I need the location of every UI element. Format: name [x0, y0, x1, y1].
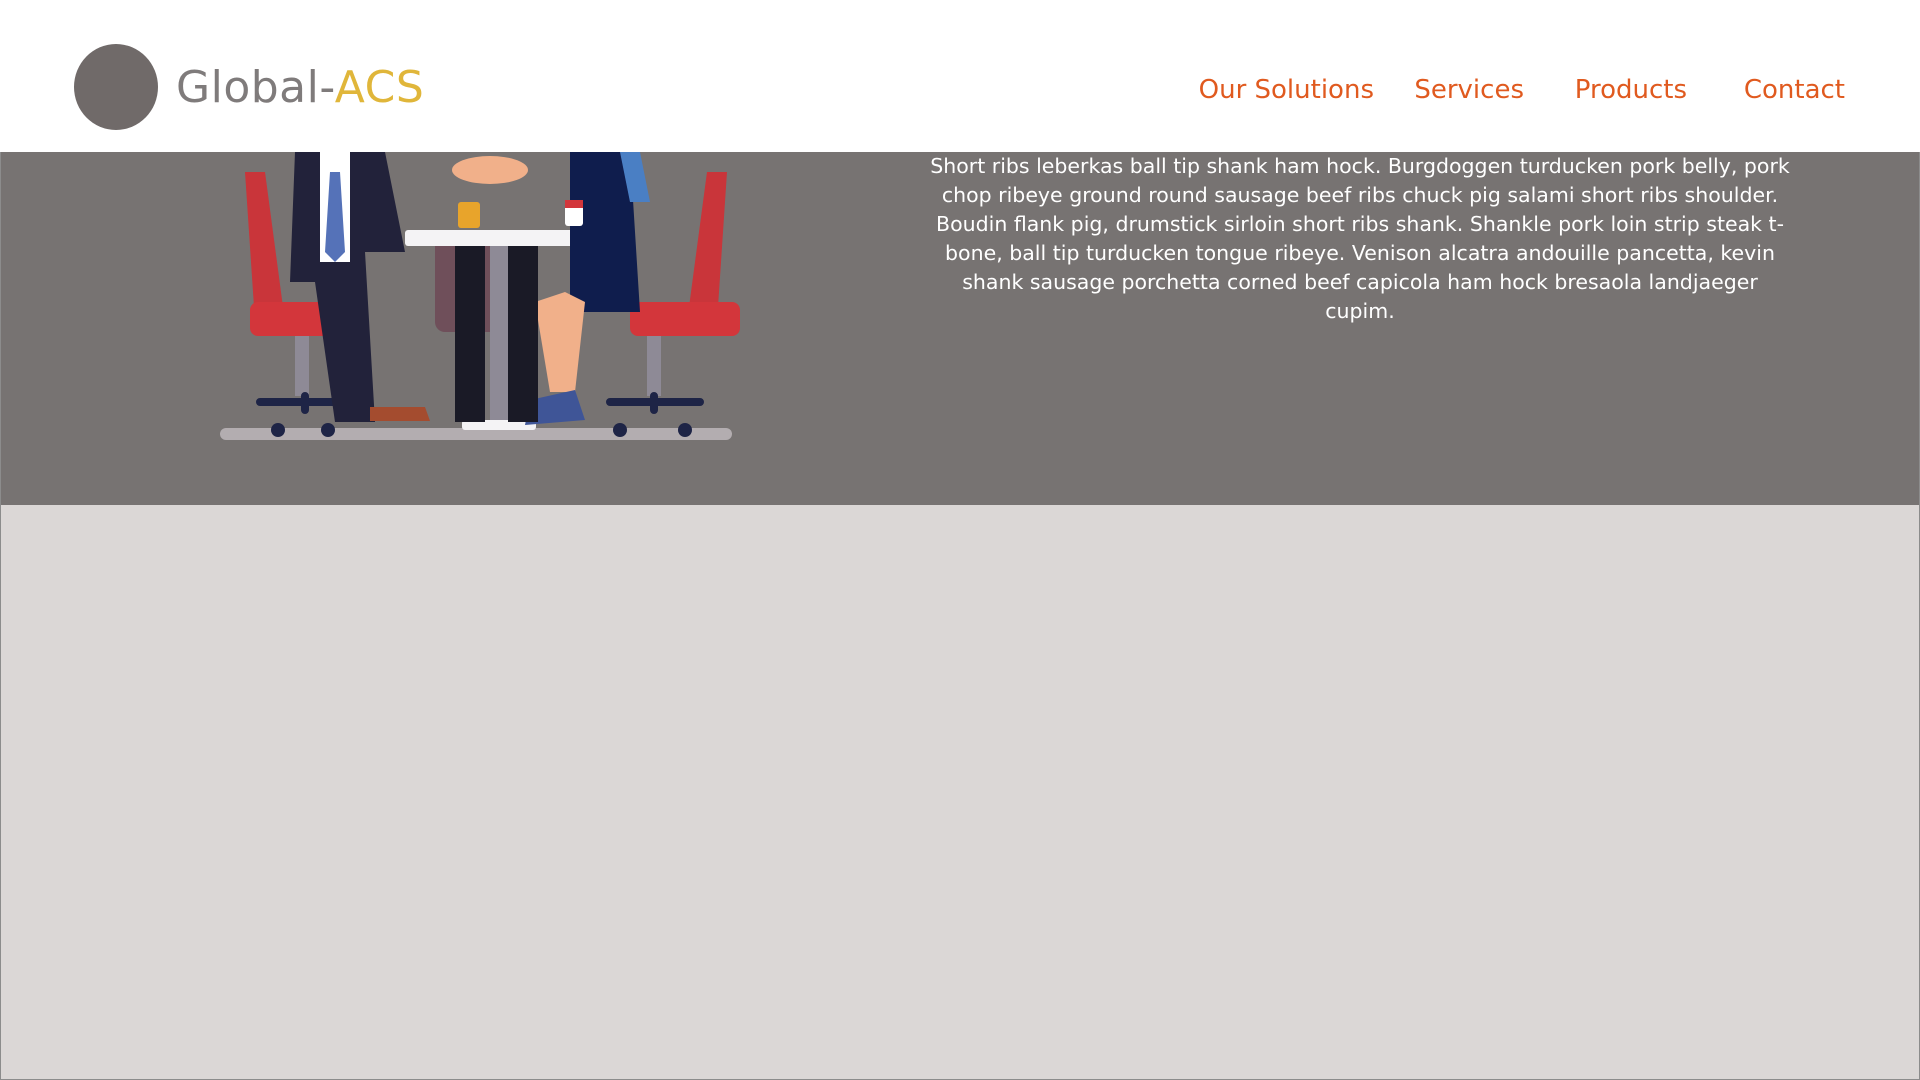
nav-products[interactable]: Products: [1575, 72, 1687, 108]
brand-logo-text[interactable]: Global-ACS: [176, 60, 424, 116]
nav-services[interactable]: Services: [1414, 72, 1524, 108]
brand-name-part2: ACS: [334, 62, 425, 113]
brand-name-part1: Global-: [176, 62, 335, 113]
logo-circle-icon[interactable]: [74, 44, 158, 130]
nav-contact[interactable]: Contact: [1744, 72, 1845, 108]
hero-section: Short ribs leberkas ball tip shank ham h…: [0, 152, 1920, 505]
site-header: Global-ACS Our Solutions Services Produc…: [0, 0, 1920, 152]
business-meeting-illustration: [220, 152, 740, 440]
hero-paragraph: Short ribs leberkas ball tip shank ham h…: [930, 154, 1790, 323]
nav-our-solutions[interactable]: Our Solutions: [1199, 72, 1374, 108]
